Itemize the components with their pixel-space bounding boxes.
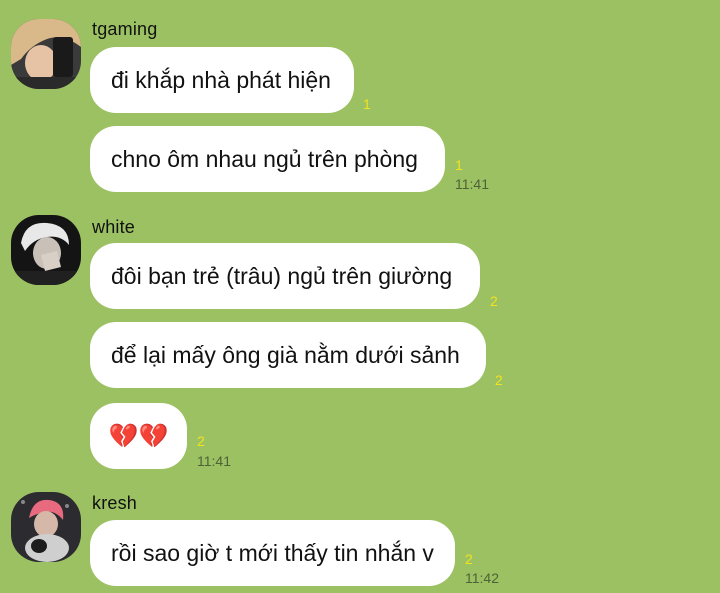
message-bubble[interactable]: chno ôm nhau ngủ trên phòng bbox=[90, 126, 445, 192]
read-count: 2 bbox=[465, 551, 473, 567]
message-bubble[interactable]: để lại mấy ông già nằm dưới sảnh bbox=[90, 322, 486, 388]
message-bubble[interactable]: 💔💔 bbox=[90, 403, 187, 469]
message-timestamp: 11:41 bbox=[455, 176, 489, 192]
message-bubble[interactable]: rồi sao giờ t mới thấy tin nhắn v bbox=[90, 520, 455, 586]
read-count: 2 bbox=[495, 372, 503, 388]
read-count: 2 bbox=[197, 433, 205, 449]
avatar-kresh[interactable] bbox=[11, 492, 81, 562]
read-count: 2 bbox=[490, 293, 498, 309]
message-bubble[interactable]: đi khắp nhà phát hiện bbox=[90, 47, 354, 113]
sender-name: kresh bbox=[92, 493, 138, 513]
avatar-tgaming[interactable] bbox=[11, 19, 81, 89]
message-bubble[interactable]: đôi bạn trẻ (trâu) ngủ trên giường bbox=[90, 243, 480, 309]
message-timestamp: 11:41 bbox=[197, 453, 231, 469]
sender-name: white bbox=[92, 217, 136, 237]
sender-name: tgaming bbox=[92, 19, 158, 39]
read-count: 1 bbox=[455, 157, 463, 173]
read-count: 1 bbox=[363, 96, 371, 112]
avatar-white[interactable] bbox=[11, 215, 81, 285]
message-timestamp: 11:42 bbox=[465, 570, 499, 586]
